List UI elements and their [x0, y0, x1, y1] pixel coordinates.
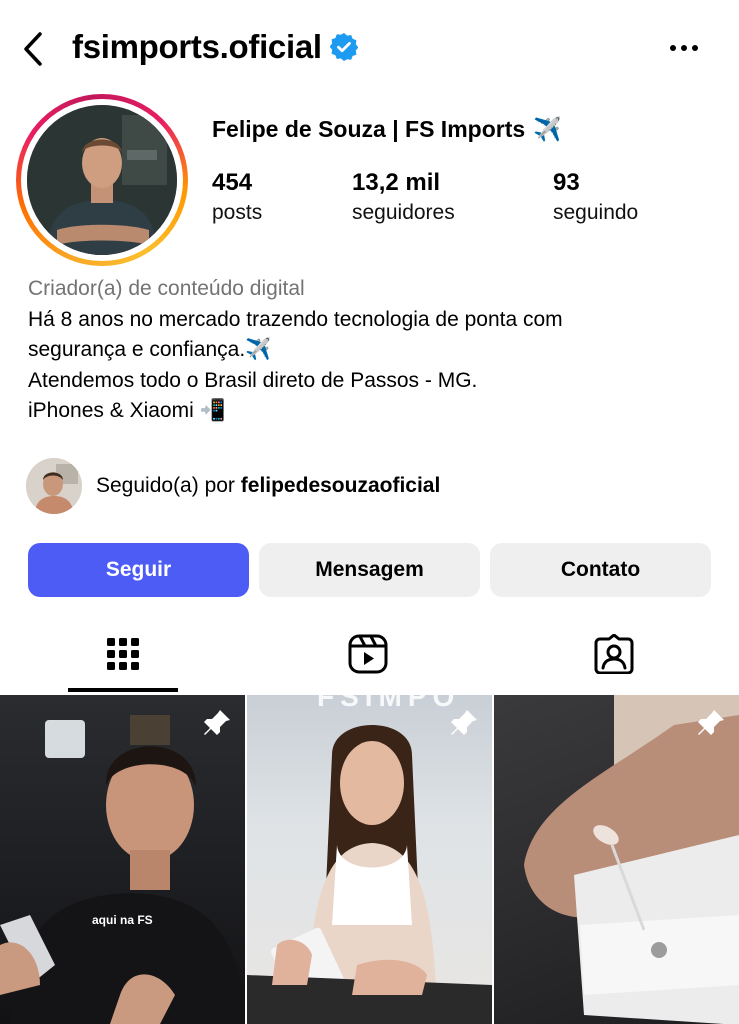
followers-label: seguidores [352, 201, 455, 224]
followed-by-text: Seguido(a) por felipedesouzaoficial [96, 474, 440, 498]
post-thumbnail[interactable]: aqui na FS [0, 695, 245, 1024]
post-thumbnail[interactable]: FSIMPO [247, 695, 492, 1024]
following-count: 93 [553, 169, 580, 196]
followed-by-prefix: Seguido(a) por [96, 474, 241, 497]
follow-button[interactable]: Seguir [28, 543, 249, 597]
bio-line: iPhones & Xiaomi 📲 [28, 399, 226, 422]
verified-badge-icon [329, 33, 359, 61]
posts-label: posts [212, 201, 263, 224]
following-label: seguindo [553, 201, 639, 224]
stat-posts[interactable]: 454 posts [212, 168, 262, 228]
contact-button[interactable]: Contato [490, 543, 711, 597]
profile-tabs [0, 615, 739, 695]
bio-line: segurança e confiança.✈️ [28, 338, 272, 361]
active-tab-indicator [68, 688, 178, 692]
bio-category: Criador(a) de conteúdo digital [28, 277, 305, 300]
tagged-icon[interactable] [594, 633, 634, 675]
pin-icon [695, 707, 727, 739]
display-name-text: Felipe de Souza | FS Imports [212, 116, 526, 142]
username: fsimports.oficial [72, 28, 322, 65]
posts-count: 454 [212, 169, 253, 196]
airplane-emoji: ✈️ [533, 116, 562, 142]
message-button[interactable]: Mensagem [259, 543, 480, 597]
post-caption: aqui na FS [92, 913, 153, 927]
top-bar: fsimports.oficial [0, 0, 739, 98]
profile-avatar[interactable] [27, 105, 177, 255]
pin-icon [448, 707, 480, 739]
followed-by[interactable]: Seguido(a) por felipedesouzaoficial [26, 458, 440, 514]
follower-avatar [26, 458, 82, 514]
post-thumbnail[interactable] [494, 695, 739, 1024]
display-name: Felipe de Souza | FS Imports ✈️ [212, 116, 562, 143]
bio-line: Há 8 anos no mercado trazendo tecnologia… [28, 307, 563, 331]
reels-icon[interactable] [348, 633, 388, 675]
more-options-icon[interactable] [667, 34, 701, 62]
stat-followers[interactable]: 13,2 mil seguidores [352, 168, 455, 228]
bio-line: Atendemos todo o Brasil direto de Passos… [28, 368, 478, 392]
pin-icon [201, 707, 233, 739]
bio: Criador(a) de conteúdo digital Há 8 anos… [28, 274, 718, 427]
back-arrow-icon[interactable] [18, 30, 48, 68]
grid-icon[interactable] [103, 633, 143, 675]
followers-count: 13,2 mil [352, 169, 441, 196]
followed-by-user[interactable]: felipedesouzaoficial [241, 474, 441, 497]
profile-handle-row: fsimports.oficial [72, 28, 359, 66]
story-ring[interactable] [16, 94, 188, 266]
stat-following[interactable]: 93 seguindo [553, 168, 638, 228]
post-grid: aqui na FS FSIMPO [0, 695, 739, 1024]
